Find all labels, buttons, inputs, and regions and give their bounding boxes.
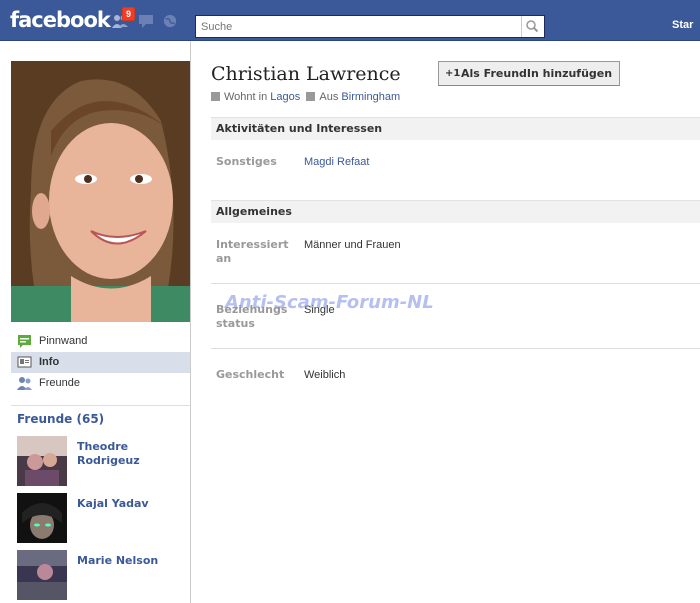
nav-item-pinnwand[interactable]: Pinnwand (11, 331, 190, 352)
nav-label: Pinnwand (39, 335, 88, 347)
friend-item[interactable]: Marie Nelson (17, 550, 187, 600)
friend-avatar[interactable] (17, 436, 67, 486)
divider (211, 283, 700, 284)
facebook-logo[interactable]: facebook (10, 8, 111, 32)
friend-name[interactable]: Kajal Yadav (77, 497, 182, 511)
search-input[interactable] (196, 16, 516, 37)
profile-picture[interactable] (11, 61, 190, 322)
friend-item[interactable]: Kajal Yadav (17, 493, 187, 543)
divider (211, 348, 700, 349)
profile-nav: Pinnwand Info Freunde (11, 331, 190, 394)
section-header-general: Allgemeines (211, 200, 700, 223)
nav-label: Freunde (39, 377, 80, 389)
section-header-activities: Aktivitäten und Interessen (211, 117, 700, 140)
add-friend-icon: +1 (445, 68, 461, 79)
nav-item-freunde[interactable]: Freunde (11, 373, 190, 394)
row-label: Interessiert an (216, 238, 289, 265)
search-box (195, 15, 545, 38)
start-link[interactable]: Star (672, 19, 693, 31)
friend-avatar[interactable] (17, 493, 67, 543)
top-bar: facebook 9 Star (0, 0, 700, 41)
from-prefix: Aus (319, 91, 339, 103)
friend-name[interactable]: Theodre Rodrigeuz (77, 440, 182, 468)
row-value-link[interactable]: Magdi Refaat (304, 155, 369, 169)
search-icon (526, 20, 539, 33)
friends-header[interactable]: Freunde (65) (11, 405, 190, 426)
hometown-link[interactable]: Birmingham (341, 91, 400, 103)
home-icon (306, 92, 316, 101)
building-icon (211, 92, 220, 101)
search-button[interactable] (521, 16, 544, 37)
friend-name[interactable]: Marie Nelson (77, 554, 182, 568)
row-value: Männer und Frauen (304, 239, 401, 251)
profile-meta: Wohnt in Lagos Aus Birmingham (211, 91, 400, 103)
nav-label: Info (39, 356, 60, 368)
messages-icon[interactable] (138, 14, 154, 28)
lives-in-link[interactable]: Lagos (270, 91, 300, 103)
nav-item-info[interactable]: Info (11, 352, 190, 373)
left-column: Pinnwand Info Freunde Freunde (65) Theod… (0, 41, 191, 603)
friend-item[interactable]: Theodre Rodrigeuz (17, 436, 187, 486)
lives-in-prefix: Wohnt in (224, 91, 268, 103)
friend-avatar[interactable] (17, 550, 67, 600)
row-label: Sonstiges (216, 155, 277, 168)
friend-requests-badge: 9 (122, 7, 136, 21)
row-value: Weiblich (304, 369, 346, 381)
wall-icon (18, 335, 31, 348)
info-icon (17, 356, 32, 368)
row-label: Geschlecht (216, 368, 285, 381)
profile-name: Christian Lawrence (211, 63, 401, 85)
add-friend-label: Als FreundIn hinzufügen (461, 67, 613, 80)
watermark: Anti-Scam-Forum-NL (225, 292, 434, 313)
friends-icon (17, 377, 32, 390)
notifications-globe-icon[interactable] (162, 14, 178, 28)
add-friend-button[interactable]: +1 Als FreundIn hinzufügen (438, 61, 621, 86)
